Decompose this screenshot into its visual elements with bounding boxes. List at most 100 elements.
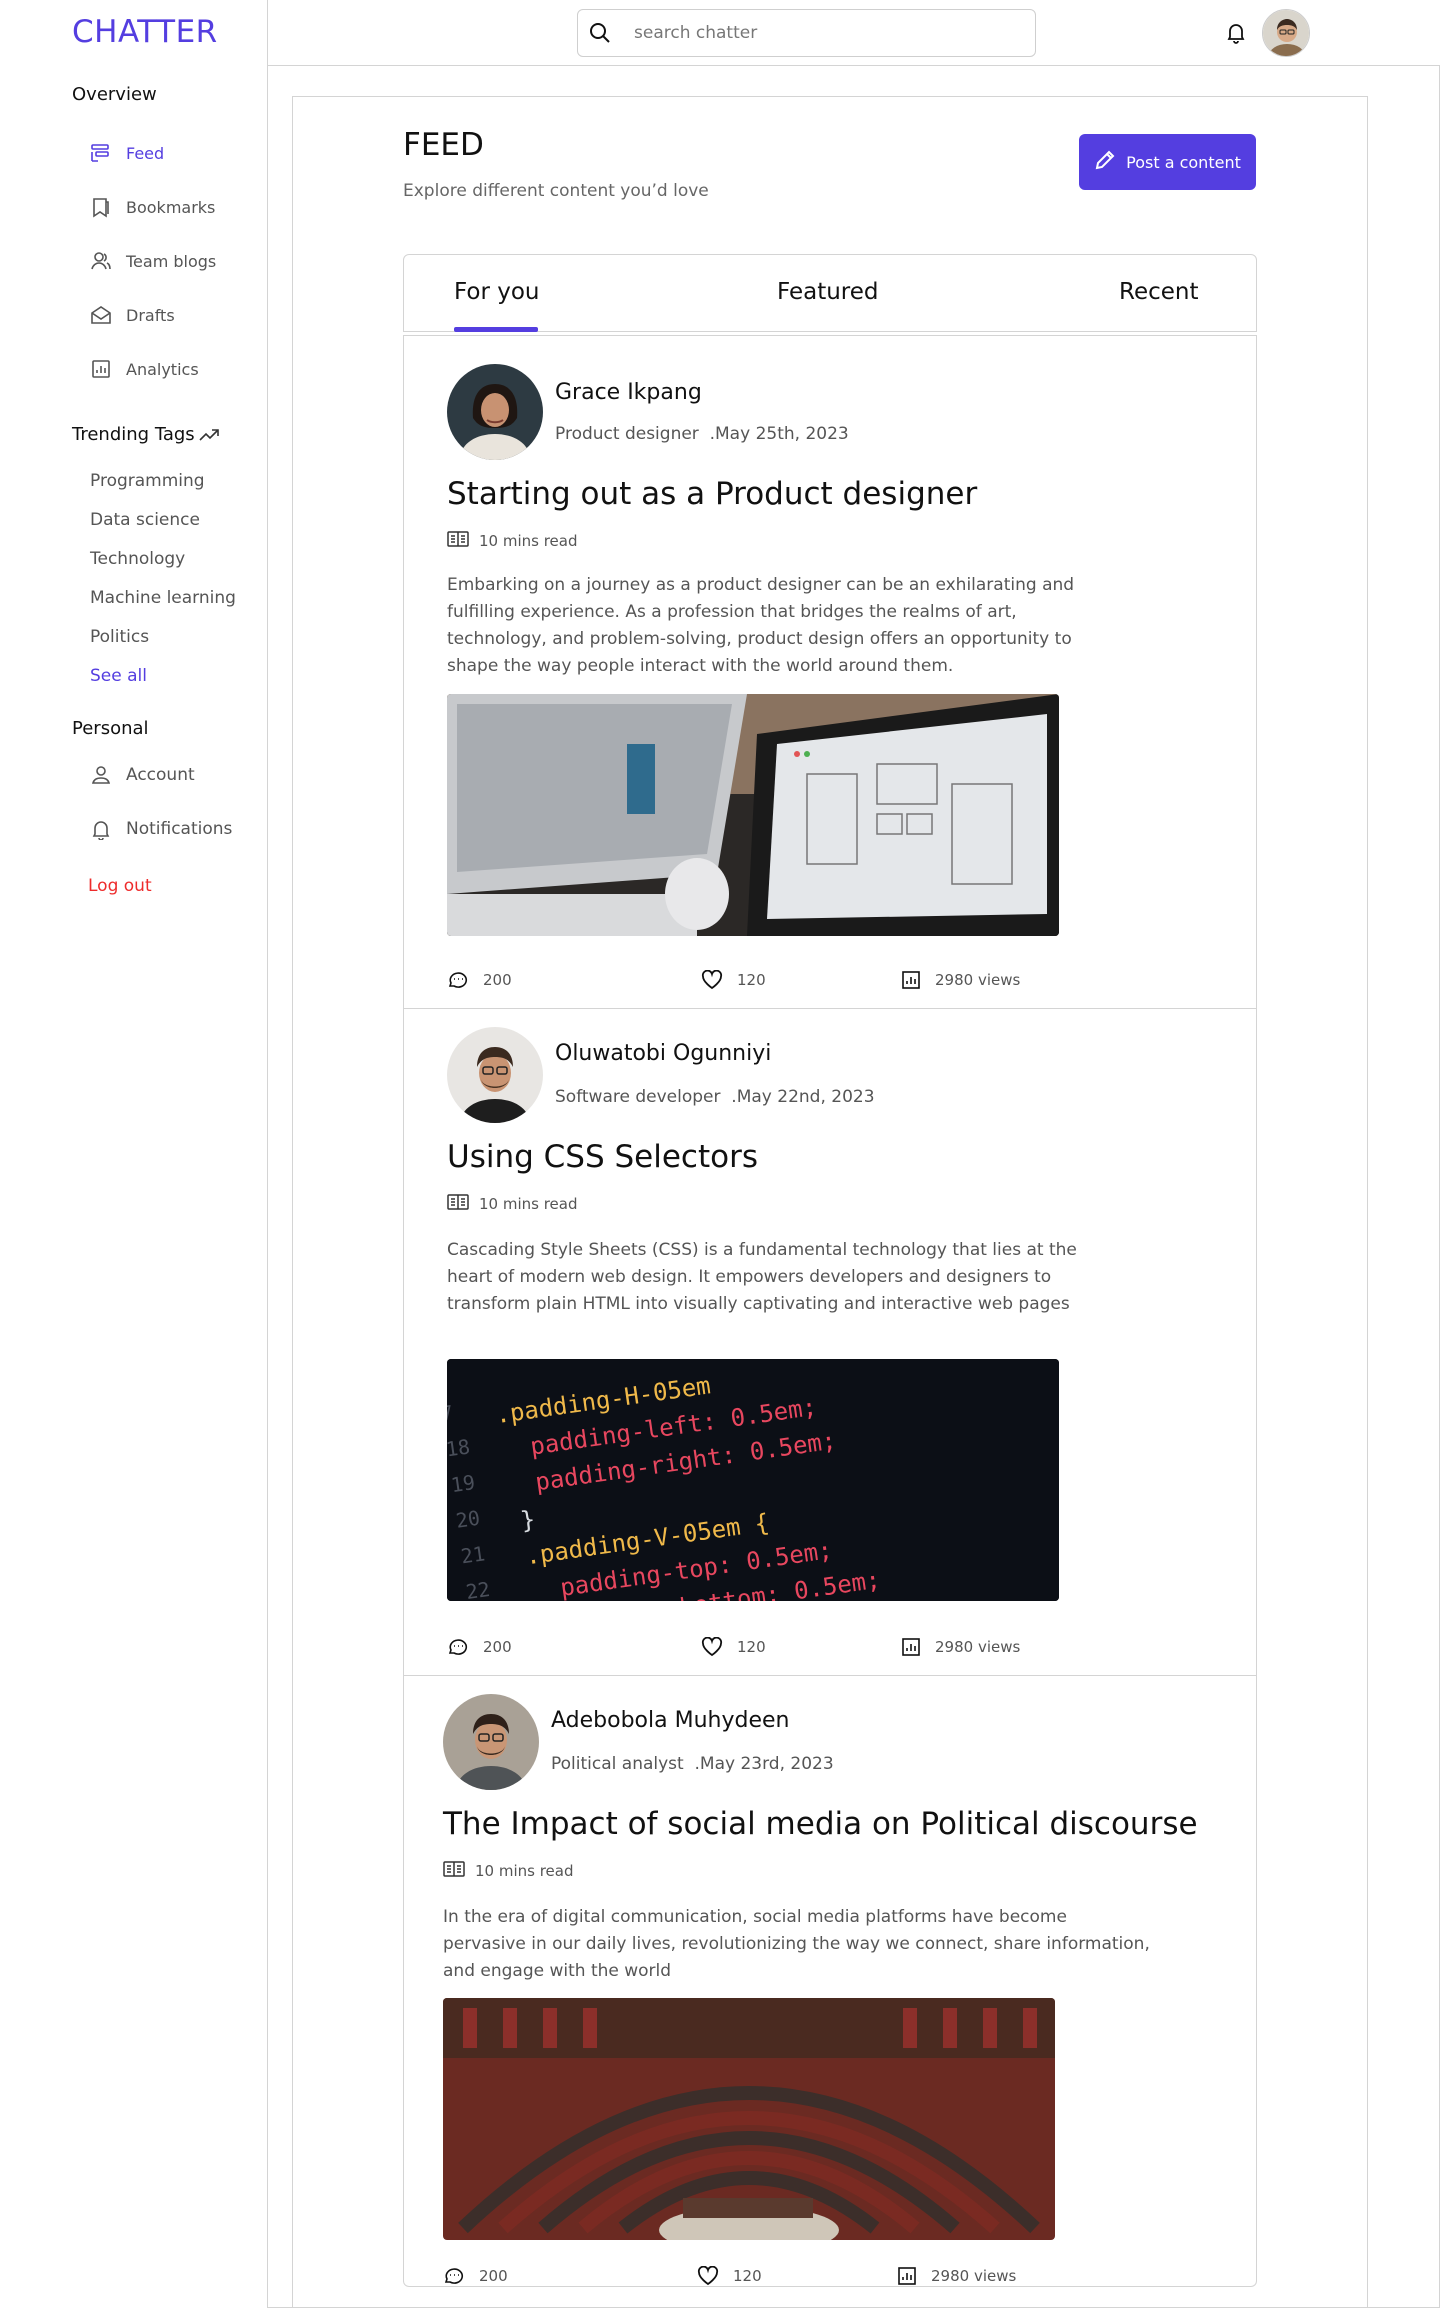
feed-title: FEED <box>403 127 484 163</box>
app-logo[interactable]: CHATTER <box>72 14 218 50</box>
likes-value: 120 <box>737 1638 766 1656</box>
likes-value: 120 <box>733 2267 762 2285</box>
read-time: 10 mins read <box>447 1193 578 1215</box>
author-avatar[interactable] <box>443 1694 539 1790</box>
trending-tags-title: Trending Tags <box>72 424 195 445</box>
comments-value: 200 <box>479 2267 508 2285</box>
post-date: .May 23rd, 2023 <box>694 1754 834 1774</box>
search-box[interactable] <box>577 9 1036 57</box>
post-card[interactable]: Grace Ikpang Product designer .May 25th,… <box>404 336 1256 1008</box>
sidebar-item-label: Bookmarks <box>126 197 216 217</box>
feed-tabs: For you Featured Recent <box>403 254 1257 332</box>
views-chart-icon <box>902 1638 920 1656</box>
code-line-number: 19 <box>449 1470 476 1497</box>
personal-title: Personal <box>72 718 149 739</box>
book-icon <box>443 1860 465 1882</box>
user-icon <box>90 764 112 786</box>
team-icon <box>90 250 112 272</box>
sidebar-item-label: Account <box>126 765 195 785</box>
author-meta: Product designer .May 25th, 2023 <box>555 424 849 444</box>
post-date: .May 22nd, 2023 <box>731 1087 875 1107</box>
bell-icon <box>90 818 112 840</box>
analytics-icon <box>90 358 112 380</box>
user-avatar[interactable] <box>1262 9 1310 57</box>
sidebar-item-label: Analytics <box>126 359 199 379</box>
author-avatar[interactable] <box>447 364 543 460</box>
sidebar-item-label: Drafts <box>126 305 175 325</box>
sidebar-item-feed[interactable]: Feed <box>90 138 164 168</box>
sidebar-item-label: Team blogs <box>126 251 217 271</box>
sidebar-item-account[interactable]: Account <box>90 760 195 790</box>
post-image-code[interactable]: 7 18 19 20 21 22 23 .padding-H-05em padd… <box>447 1359 1059 1601</box>
sidebar-item-bookmarks[interactable]: Bookmarks <box>90 192 215 222</box>
post-card[interactable]: Adebobola Muhydeen Political analyst .Ma… <box>404 1676 1256 2286</box>
read-time: 10 mins read <box>447 530 578 552</box>
tab-recent[interactable]: Recent <box>1119 279 1199 305</box>
main-panel: FEED Explore different content you’d lov… <box>292 96 1368 2308</box>
see-all-tags-link[interactable]: See all <box>90 666 147 686</box>
views-count: 2980 views <box>901 1637 1020 1657</box>
logout-link[interactable]: Log out <box>88 876 152 896</box>
heart-icon <box>701 970 723 990</box>
book-icon <box>447 530 469 552</box>
code-line-number: 21 <box>459 1541 486 1568</box>
feed-subtitle: Explore different content you’d love <box>403 181 709 201</box>
sidebar-item-notifications[interactable]: Notifications <box>90 814 232 844</box>
post-card[interactable]: Oluwatobi Ogunniyi Software developer .M… <box>404 1009 1256 1675</box>
author-meta: Political analyst .May 23rd, 2023 <box>551 1754 834 1774</box>
author-name[interactable]: Oluwatobi Ogunniyi <box>555 1041 771 1066</box>
top-bar <box>268 0 1440 66</box>
tag-programming[interactable]: Programming <box>90 471 205 491</box>
code-line-number: 20 <box>454 1506 481 1533</box>
sidebar-item-analytics[interactable]: Analytics <box>90 354 199 384</box>
sidebar: CHATTER Overview Feed Bookmarks Team blo… <box>0 0 268 2308</box>
comments-count[interactable]: 200 <box>447 1637 512 1657</box>
heart-icon <box>697 2266 719 2286</box>
post-content-button[interactable]: Post a content <box>1079 134 1256 190</box>
post-image-workspace[interactable] <box>447 694 1059 936</box>
notifications-bell-icon[interactable] <box>1226 22 1246 48</box>
sidebar-item-label: Notifications <box>126 819 233 839</box>
tag-data-science[interactable]: Data science <box>90 510 200 530</box>
author-name[interactable]: Grace Ikpang <box>555 380 702 405</box>
comments-count[interactable]: 200 <box>447 970 512 990</box>
comment-icon <box>448 972 467 988</box>
tab-for-you[interactable]: For you <box>454 279 540 305</box>
likes-count[interactable]: 120 <box>701 970 766 990</box>
read-time-label: 10 mins read <box>479 1195 578 1213</box>
tag-technology[interactable]: Technology <box>90 549 185 569</box>
pencil-icon <box>1094 149 1116 175</box>
views-count: 2980 views <box>897 2266 1016 2286</box>
bookmark-icon <box>90 196 112 218</box>
tag-machine-learning[interactable]: Machine learning <box>90 588 236 608</box>
comments-count[interactable]: 200 <box>443 2266 508 2286</box>
author-avatar[interactable] <box>447 1027 543 1123</box>
tag-politics[interactable]: Politics <box>90 627 149 647</box>
likes-count[interactable]: 120 <box>697 2266 762 2286</box>
tab-featured[interactable]: Featured <box>777 279 879 305</box>
post-title[interactable]: Using CSS Selectors <box>447 1139 758 1175</box>
sidebar-item-label: Feed <box>126 143 165 163</box>
author-role: Software developer <box>555 1087 721 1107</box>
author-name[interactable]: Adebobola Muhydeen <box>551 1708 789 1733</box>
likes-value: 120 <box>737 971 766 989</box>
sidebar-item-drafts[interactable]: Drafts <box>90 300 175 330</box>
post-title[interactable]: Starting out as a Product designer <box>447 476 977 512</box>
views-value: 2980 views <box>931 2267 1017 2285</box>
post-excerpt: Cascading Style Sheets (CSS) is a fundam… <box>447 1240 1077 1314</box>
post-image-parliament[interactable] <box>443 1998 1055 2240</box>
views-chart-icon <box>902 971 920 989</box>
post-title[interactable]: The Impact of social media on Political … <box>443 1806 1198 1842</box>
search-input[interactable] <box>634 23 1014 43</box>
comment-icon <box>444 2268 463 2284</box>
author-role: Political analyst <box>551 1754 684 1774</box>
views-count: 2980 views <box>901 970 1020 990</box>
post-excerpt: In the era of digital communication, soc… <box>443 1907 1150 1981</box>
book-icon <box>447 1193 469 1215</box>
views-value: 2980 views <box>935 971 1021 989</box>
comments-value: 200 <box>483 971 512 989</box>
sidebar-item-team-blogs[interactable]: Team blogs <box>90 246 216 276</box>
code-line-number: 18 <box>447 1434 472 1461</box>
likes-count[interactable]: 120 <box>701 1637 766 1657</box>
feed-icon <box>90 142 112 164</box>
